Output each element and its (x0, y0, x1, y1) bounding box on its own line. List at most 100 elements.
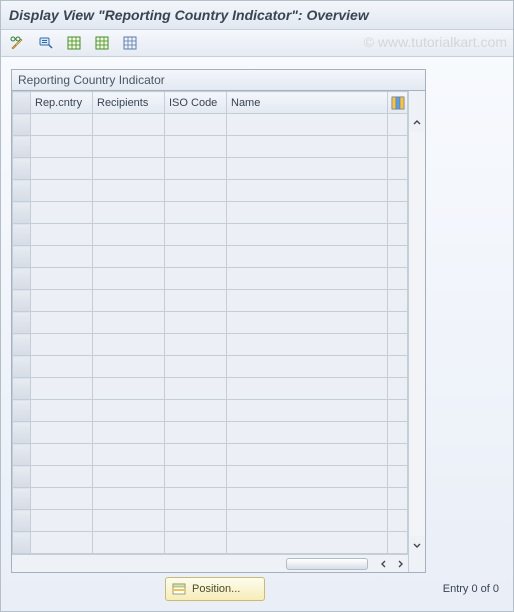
table-cell[interactable] (93, 114, 165, 136)
table-cell[interactable] (31, 422, 93, 444)
table-cell[interactable] (165, 290, 227, 312)
table-cell[interactable] (227, 444, 388, 466)
table-cell[interactable] (93, 400, 165, 422)
export-button-3[interactable] (119, 32, 141, 54)
export-button-1[interactable] (63, 32, 85, 54)
table-cell[interactable] (165, 114, 227, 136)
table-cell[interactable] (227, 510, 388, 532)
vscroll-track[interactable] (409, 132, 425, 536)
table-cell[interactable] (165, 488, 227, 510)
table-cell[interactable] (93, 202, 165, 224)
table-cell[interactable] (93, 224, 165, 246)
table-cell[interactable] (165, 510, 227, 532)
table-cell[interactable] (227, 466, 388, 488)
table-cell[interactable] (93, 488, 165, 510)
table-cell[interactable] (227, 180, 388, 202)
row-selector[interactable] (13, 224, 31, 246)
table-cell[interactable] (93, 334, 165, 356)
row-selector[interactable] (13, 202, 31, 224)
table-cell[interactable] (165, 422, 227, 444)
table-cell[interactable] (93, 532, 165, 554)
table-cell[interactable] (93, 510, 165, 532)
table-cell[interactable] (227, 532, 388, 554)
table-cell[interactable] (227, 488, 388, 510)
vscroll-up-button[interactable] (409, 114, 425, 132)
table-cell[interactable] (31, 114, 93, 136)
table-cell[interactable] (165, 334, 227, 356)
table-cell[interactable] (227, 290, 388, 312)
position-button[interactable]: Position... (165, 577, 265, 601)
col-header-iso-code[interactable]: ISO Code (165, 92, 227, 114)
table-cell[interactable] (227, 158, 388, 180)
table-cell[interactable] (31, 466, 93, 488)
table-cell[interactable] (227, 114, 388, 136)
table-cell[interactable] (227, 202, 388, 224)
row-selector[interactable] (13, 136, 31, 158)
col-header-name[interactable]: Name (227, 92, 388, 114)
table-cell[interactable] (227, 136, 388, 158)
table-cell[interactable] (165, 246, 227, 268)
table-cell[interactable] (165, 202, 227, 224)
table-cell[interactable] (165, 400, 227, 422)
table-cell[interactable] (93, 180, 165, 202)
table-cell[interactable] (165, 444, 227, 466)
table-cell[interactable] (31, 246, 93, 268)
row-selector[interactable] (13, 532, 31, 554)
hscroll-thumb[interactable] (286, 558, 368, 570)
row-selector[interactable] (13, 158, 31, 180)
row-selector[interactable] (13, 180, 31, 202)
row-selector[interactable] (13, 400, 31, 422)
table-cell[interactable] (93, 466, 165, 488)
table-cell[interactable] (31, 268, 93, 290)
row-selector[interactable] (13, 114, 31, 136)
table-cell[interactable] (93, 158, 165, 180)
table-cell[interactable] (227, 400, 388, 422)
table-cell[interactable] (31, 334, 93, 356)
table-cell[interactable] (227, 224, 388, 246)
table-cell[interactable] (31, 202, 93, 224)
row-selector[interactable] (13, 488, 31, 510)
table-cell[interactable] (31, 444, 93, 466)
row-selector[interactable] (13, 268, 31, 290)
table-cell[interactable] (93, 268, 165, 290)
col-header-recipients[interactable]: Recipients (93, 92, 165, 114)
table-cell[interactable] (93, 246, 165, 268)
table-cell[interactable] (227, 378, 388, 400)
table-cell[interactable] (93, 378, 165, 400)
table-cell[interactable] (31, 488, 93, 510)
table-cell[interactable] (93, 356, 165, 378)
table-cell[interactable] (31, 224, 93, 246)
row-selector-header[interactable] (13, 92, 31, 114)
row-selector[interactable] (13, 312, 31, 334)
row-selector[interactable] (13, 356, 31, 378)
table-cell[interactable] (31, 356, 93, 378)
col-header-rep-cntry[interactable]: Rep.cntry (31, 92, 93, 114)
table-cell[interactable] (31, 312, 93, 334)
table-cell[interactable] (93, 136, 165, 158)
table-cell[interactable] (227, 334, 388, 356)
table-cell[interactable] (31, 180, 93, 202)
vertical-scrollbar[interactable] (408, 91, 425, 572)
row-selector[interactable] (13, 334, 31, 356)
horizontal-scrollbar[interactable] (12, 554, 408, 572)
table-cell[interactable] (165, 268, 227, 290)
table-cell[interactable] (31, 532, 93, 554)
table-cell[interactable] (227, 268, 388, 290)
table-cell[interactable] (31, 290, 93, 312)
table-cell[interactable] (93, 444, 165, 466)
table-cell[interactable] (165, 224, 227, 246)
table-cell[interactable] (227, 246, 388, 268)
table-cell[interactable] (31, 136, 93, 158)
table-cell[interactable] (93, 290, 165, 312)
hscroll-right-button[interactable] (392, 556, 408, 572)
row-selector[interactable] (13, 422, 31, 444)
table-cell[interactable] (31, 400, 93, 422)
table-cell[interactable] (31, 510, 93, 532)
row-selector[interactable] (13, 510, 31, 532)
find-button[interactable] (35, 32, 57, 54)
table-cell[interactable] (165, 136, 227, 158)
table-cell[interactable] (227, 422, 388, 444)
row-selector[interactable] (13, 466, 31, 488)
hscroll-left-button[interactable] (376, 556, 392, 572)
toggle-display-change-button[interactable] (7, 32, 29, 54)
